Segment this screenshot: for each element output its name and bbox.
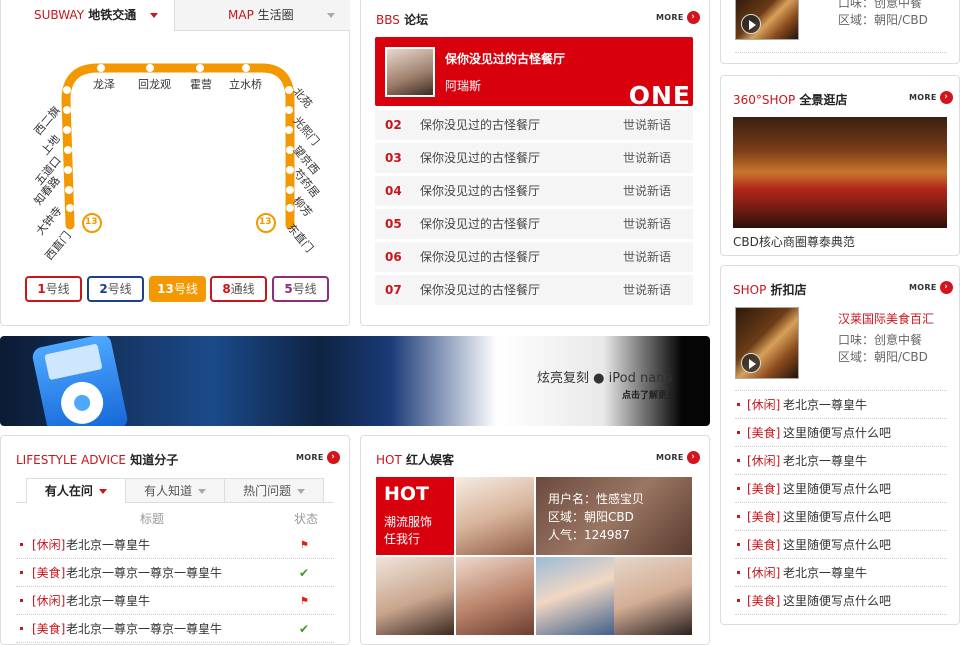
tab-subway[interactable]: SUBWAY 地铁交通 <box>0 0 175 31</box>
play-icon <box>741 14 761 34</box>
bbs-title: BBS 论坛 <box>376 13 429 27</box>
line-13-button[interactable]: 13号线 <box>149 276 206 302</box>
bbs-hero-title[interactable]: 保你没见过的古怪餐厅 <box>445 50 565 67</box>
shop360-more-button[interactable]: MORE › <box>909 91 953 104</box>
station-top-3[interactable]: 霍营 <box>190 76 212 92</box>
line-badge-left-text: 13 <box>85 217 98 227</box>
tab-map-en: MAP <box>228 8 254 22</box>
bbs-row[interactable]: 03 保你没见过的古怪餐厅 世说新语 <box>375 143 693 173</box>
hot-more-button[interactable]: MORE › <box>656 451 700 464</box>
user-photo[interactable] <box>456 557 534 635</box>
bbs-row[interactable]: 07 保你没见过的古怪餐厅 世说新语 <box>375 275 693 305</box>
user-photo[interactable] <box>536 557 614 635</box>
bbs-hero[interactable]: 保你没见过的古怪餐厅 阿瑞斯 ONE <box>375 37 693 110</box>
station-top-4[interactable]: 立水桥 <box>229 76 262 92</box>
arrow-right-icon: › <box>686 11 700 24</box>
col-title: 标题 <box>140 512 165 526</box>
play-icon <box>741 353 761 373</box>
banner-cta[interactable]: 点击了解更多 <box>622 388 676 401</box>
ipod-banner[interactable]: 炫亮复刻 ● iPod nano 点击了解更多 <box>0 336 710 426</box>
col-status: 状态 <box>294 512 319 526</box>
bbs-hero-user[interactable]: 阿瑞斯 <box>445 77 481 94</box>
lifestyle-title: LIFESTYLE ADVICE 知道分子 <box>16 453 179 467</box>
shop-more-button[interactable]: MORE › <box>909 281 953 294</box>
shop360-caption[interactable]: CBD核心商圈尊泰典范 <box>733 233 855 250</box>
flag-icon: ⚑ <box>300 596 309 607</box>
hot-tile[interactable]: HOT 潮流服饰 任我行 <box>376 477 454 555</box>
check-icon: ✔ <box>299 622 310 636</box>
tab-hot-questions[interactable]: 热门问题 <box>224 478 324 502</box>
top-divider <box>735 52 947 53</box>
list-item[interactable]: [美食] 老北京一尊京一尊京一尊皇牛 ✔ <box>16 615 334 643</box>
list-item[interactable]: [休闲] 老北京一尊皇牛 <box>735 559 947 587</box>
line-badge-right-text: 13 <box>259 217 272 227</box>
bbs-hero-badge: ONE <box>628 81 691 110</box>
tab-asking[interactable]: 有人在问 <box>26 478 126 503</box>
arrow-right-icon: › <box>939 91 953 104</box>
avatar <box>385 47 435 97</box>
user-photo[interactable] <box>614 557 692 635</box>
list-item[interactable]: [美食] 这里随便写点什么吧 <box>735 419 947 447</box>
shop-name[interactable]: 汉莱国际美食百汇 <box>838 310 934 327</box>
user-photo[interactable] <box>456 477 534 555</box>
line-1-button[interactable]: 1号线 <box>25 276 82 302</box>
list-item[interactable]: [美食] 老北京一尊京一尊京一尊皇牛 ✔ <box>16 559 334 587</box>
arrow-right-icon: › <box>686 451 700 464</box>
shop-area: 区域：朝阳/CBD <box>838 350 928 364</box>
lifestyle-more-button[interactable]: MORE › <box>296 451 340 464</box>
check-icon: ✔ <box>299 566 310 580</box>
bbs-row[interactable]: 06 保你没见过的古怪餐厅 世说新语 <box>375 242 693 272</box>
bbs-row[interactable]: 04 保你没见过的古怪餐厅 世说新语 <box>375 176 693 206</box>
station-top-1[interactable]: 龙泽 <box>93 76 115 92</box>
chevron-down-icon <box>327 13 336 18</box>
station-top-2[interactable]: 回龙观 <box>138 76 171 92</box>
list-item[interactable]: [美食] 这里随便写点什么吧 <box>735 475 947 503</box>
banner-text: 炫亮复刻 ● iPod nano <box>537 371 673 386</box>
bbs-row[interactable]: 05 保你没见过的古怪餐厅 世说新语 <box>375 209 693 239</box>
list-item[interactable]: [休闲] 老北京一尊皇牛 <box>735 447 947 475</box>
top-area: 区域：朝阳/CBD <box>838 13 928 27</box>
food-thumbnail[interactable] <box>735 0 799 40</box>
bbs-row[interactable]: 02 保你没见过的古怪餐厅 世说新语 <box>375 110 693 140</box>
user-card[interactable]: 用户名：性感宝贝 区域：朝阳CBD 人气：124987 <box>536 477 692 555</box>
chevron-down-icon <box>150 13 159 18</box>
shop360-title: 360°SHOP 全景逛店 <box>733 93 848 107</box>
flag-icon: ⚑ <box>300 540 309 551</box>
food-thumbnail[interactable] <box>735 307 799 379</box>
hot-title: HOT 红人娱客 <box>376 453 455 467</box>
bbs-more-button[interactable]: MORE › <box>656 11 700 24</box>
tab-map-cn: 生活圈 <box>257 8 294 22</box>
list-item[interactable]: [美食] 这里随便写点什么吧 <box>735 503 947 531</box>
list-item[interactable]: [休闲] 老北京一尊皇牛 ⚑ <box>16 531 334 559</box>
arrow-right-icon: › <box>326 451 340 464</box>
tab-map[interactable]: MAP 生活圈 <box>175 0 350 31</box>
apple-icon: ● <box>593 371 605 386</box>
list-item[interactable]: [休闲] 老北京一尊皇牛 <box>735 391 947 419</box>
line-2-button[interactable]: 2号线 <box>87 276 144 302</box>
line-8-button[interactable]: 8通线 <box>210 276 267 302</box>
arrow-right-icon: › <box>939 281 953 294</box>
shop360-image[interactable] <box>733 117 947 228</box>
user-photo[interactable] <box>376 557 454 635</box>
shop-title: SHOP 折扣店 <box>733 283 807 297</box>
tab-knowing[interactable]: 有人知道 <box>125 478 225 502</box>
top-taste: 口味：创意中餐 <box>838 0 923 10</box>
list-item[interactable]: [休闲] 老北京一尊皇牛 ⚑ <box>16 587 334 615</box>
shop-taste: 口味：创意中餐 <box>838 333 923 347</box>
tab-subway-cn: 地铁交通 <box>88 8 137 22</box>
list-item[interactable]: [美食] 这里随便写点什么吧 <box>735 587 947 615</box>
line-5-button[interactable]: 5号线 <box>272 276 329 302</box>
tab-subway-en: SUBWAY <box>34 8 85 22</box>
ipod-device <box>30 336 130 426</box>
list-item[interactable]: [美食] 这里随便写点什么吧 <box>735 531 947 559</box>
